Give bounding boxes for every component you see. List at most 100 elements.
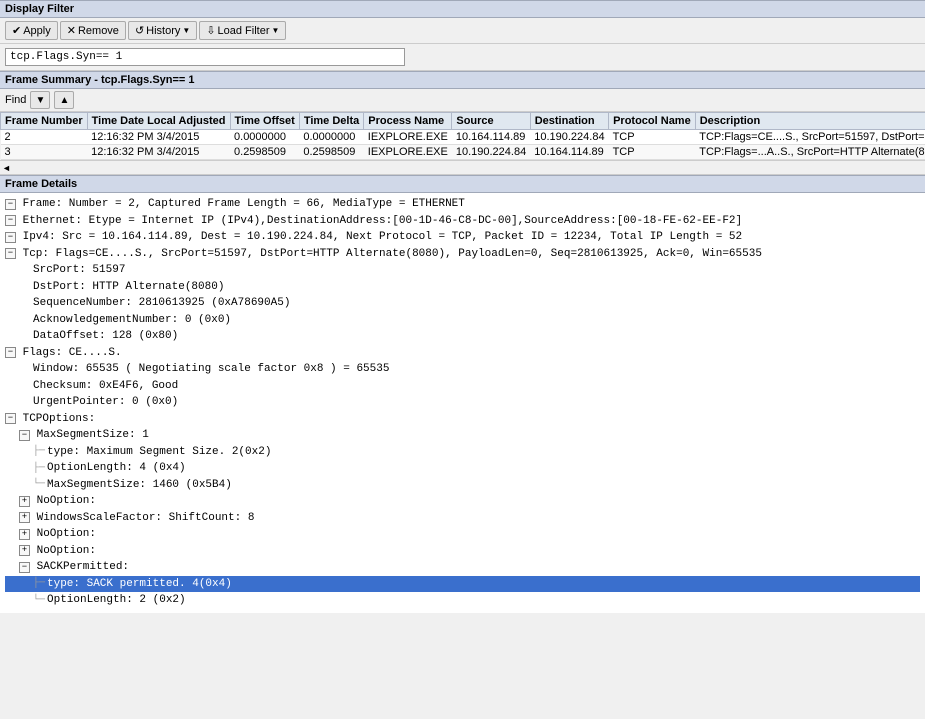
tree-line[interactable]: + NoOption: (5, 526, 920, 543)
display-filter-header: Display Filter (0, 0, 925, 18)
tree-line[interactable]: DstPort: HTTP Alternate(8080) (5, 279, 920, 296)
frame-summary-title: Frame Summary - tcp.Flags.Syn== 1 (5, 74, 195, 86)
history-dropdown-arrow: ▼ (182, 26, 190, 35)
expand-icon[interactable]: + (19, 545, 30, 556)
load-filter-button[interactable]: ⇩ Load Filter ▼ (199, 21, 286, 40)
tree-line[interactable]: + WindowsScaleFactor: ShiftCount: 8 (5, 510, 920, 527)
tree-node-text: type: SACK permitted. 4(0x4) (47, 576, 232, 593)
tree-line[interactable]: SequenceNumber: 2810613925 (0xA78690A5) (5, 295, 920, 312)
frame-table-body: 212:16:32 PM 3/4/20150.00000000.0000000I… (1, 130, 925, 160)
collapse-icon[interactable]: − (5, 215, 16, 226)
tree-node-text: MaxSegmentSize: 1 (30, 427, 149, 444)
tree-line[interactable]: + NoOption: (5, 543, 920, 560)
collapse-icon[interactable]: − (19, 430, 30, 441)
tree-line[interactable]: + NoOption: (5, 493, 920, 510)
tree-line[interactable]: − Ethernet: Etype = Internet IP (IPv4),D… (5, 213, 920, 230)
col-source: Source (452, 113, 530, 130)
apply-icon: ✔ (12, 24, 21, 37)
col-protocol: Protocol Name (609, 113, 696, 130)
col-frame-number: Frame Number (1, 113, 88, 130)
frame-table: Frame Number Time Date Local Adjusted Ti… (0, 112, 925, 160)
expand-icon[interactable]: + (19, 529, 30, 540)
tree-line[interactable]: ├─OptionLength: 4 (0x4) (5, 460, 920, 477)
col-time-offset: Time Offset (230, 113, 299, 130)
collapse-icon[interactable]: − (5, 413, 16, 424)
collapse-icon[interactable]: − (19, 562, 30, 573)
tree-line[interactable]: − MaxSegmentSize: 1 (5, 427, 920, 444)
frame-details-title: Frame Details (5, 178, 77, 190)
tree-node-text: AcknowledgementNumber: 0 (0x0) (33, 312, 231, 329)
tree-node-text: NoOption: (30, 493, 96, 510)
remove-button[interactable]: ✕ Remove (60, 21, 126, 40)
tree-node-text: SrcPort: 51597 (33, 262, 125, 279)
tree-line[interactable]: SrcPort: 51597 (5, 262, 920, 279)
frame-details-section: Frame Details − Frame: Number = 2, Captu… (0, 175, 925, 613)
expand-icon[interactable]: + (19, 512, 30, 523)
horizontal-scrollbar[interactable]: ◄ (0, 160, 925, 174)
tree-line[interactable]: AcknowledgementNumber: 0 (0x0) (5, 312, 920, 329)
tree-line[interactable]: DataOffset: 128 (0x80) (5, 328, 920, 345)
tree-node-text: WindowsScaleFactor: ShiftCount: 8 (30, 510, 254, 527)
tree-line[interactable]: − SACKPermitted: (5, 559, 920, 576)
summary-toolbar: Find ▼ ▲ (0, 89, 925, 112)
tree-line[interactable]: └─MaxSegmentSize: 1460 (0x5B4) (5, 477, 920, 494)
tree-line[interactable]: − Frame: Number = 2, Captured Frame Leng… (5, 196, 920, 213)
tree-container[interactable]: − Frame: Number = 2, Captured Frame Leng… (0, 193, 925, 613)
tree-node-text: Ethernet: Etype = Internet IP (IPv4),Des… (16, 213, 742, 230)
table-row[interactable]: 212:16:32 PM 3/4/20150.00000000.0000000I… (1, 130, 925, 145)
tree-node-text: Tcp: Flags=CE....S., SrcPort=51597, DstP… (16, 246, 762, 263)
filter-input[interactable] (5, 48, 405, 66)
tree-node-text: UrgentPointer: 0 (0x0) (33, 394, 178, 411)
tree-node-text: Checksum: 0xE4F6, Good (33, 378, 178, 395)
tree-node-text: MaxSegmentSize: 1460 (0x5B4) (47, 477, 232, 494)
table-row[interactable]: 312:16:32 PM 3/4/20150.25985090.2598509I… (1, 145, 925, 160)
col-destination: Destination (530, 113, 608, 130)
history-button[interactable]: ↺ History ▼ (128, 21, 197, 40)
collapse-icon[interactable]: − (5, 232, 16, 243)
tree-node-text: OptionLength: 4 (0x4) (47, 460, 186, 477)
tree-node-text: Window: 65535 ( Negotiating scale factor… (33, 361, 389, 378)
load-filter-icon: ⇩ (206, 24, 215, 37)
tree-node-text: Ipv4: Src = 10.164.114.89, Dest = 10.190… (16, 229, 742, 246)
frame-details-header: Frame Details (0, 175, 925, 193)
apply-button[interactable]: ✔ Apply (5, 21, 58, 40)
scroll-up-button[interactable]: ▲ (54, 91, 74, 109)
tree-node-text: Flags: CE....S. (16, 345, 122, 362)
remove-icon: ✕ (67, 24, 76, 37)
tree-line[interactable]: − Tcp: Flags=CE....S., SrcPort=51597, Ds… (5, 246, 920, 263)
col-time-date: Time Date Local Adjusted (87, 113, 230, 130)
up-arrow-icon: ▲ (59, 95, 69, 106)
frame-table-container: Frame Number Time Date Local Adjusted Ti… (0, 112, 925, 160)
frame-summary-section: Frame Summary - tcp.Flags.Syn== 1 Find ▼… (0, 71, 925, 175)
tree-line[interactable]: Checksum: 0xE4F6, Good (5, 378, 920, 395)
down-arrow-icon: ▼ (35, 95, 45, 106)
col-process-name: Process Name (364, 113, 452, 130)
tree-node-text: NoOption: (30, 543, 96, 560)
collapse-icon[interactable]: − (5, 199, 16, 210)
col-time-delta: Time Delta (299, 113, 363, 130)
tree-node-text: type: Maximum Segment Size. 2(0x2) (47, 444, 271, 461)
filter-input-row (0, 44, 925, 70)
tree-line[interactable]: − TCPOptions: (5, 411, 920, 428)
load-filter-dropdown-arrow: ▼ (272, 26, 280, 35)
tree-line[interactable]: ├─type: SACK permitted. 4(0x4) (5, 576, 920, 593)
tree-line[interactable]: ├─type: Maximum Segment Size. 2(0x2) (5, 444, 920, 461)
find-label: Find (5, 94, 26, 106)
frame-summary-header: Frame Summary - tcp.Flags.Syn== 1 (0, 71, 925, 89)
table-header-row: Frame Number Time Date Local Adjusted Ti… (1, 113, 925, 130)
collapse-icon[interactable]: − (5, 347, 16, 358)
scroll-down-button[interactable]: ▼ (30, 91, 50, 109)
tree-node-text: OptionLength: 2 (0x2) (47, 592, 186, 609)
tree-line[interactable]: − Flags: CE....S. (5, 345, 920, 362)
tree-line[interactable]: Window: 65535 ( Negotiating scale factor… (5, 361, 920, 378)
tree-line[interactable]: − Ipv4: Src = 10.164.114.89, Dest = 10.1… (5, 229, 920, 246)
display-filter-title: Display Filter (5, 3, 74, 15)
tree-node-text: SACKPermitted: (30, 559, 129, 576)
expand-icon[interactable]: + (19, 496, 30, 507)
tree-line[interactable]: UrgentPointer: 0 (0x0) (5, 394, 920, 411)
scroll-left-icon: ◄ (2, 163, 11, 173)
collapse-icon[interactable]: − (5, 248, 16, 259)
col-description: Description (695, 113, 925, 130)
tree-line[interactable]: └─OptionLength: 2 (0x2) (5, 592, 920, 609)
display-filter-section: Display Filter ✔ Apply ✕ Remove ↺ Histor… (0, 0, 925, 71)
